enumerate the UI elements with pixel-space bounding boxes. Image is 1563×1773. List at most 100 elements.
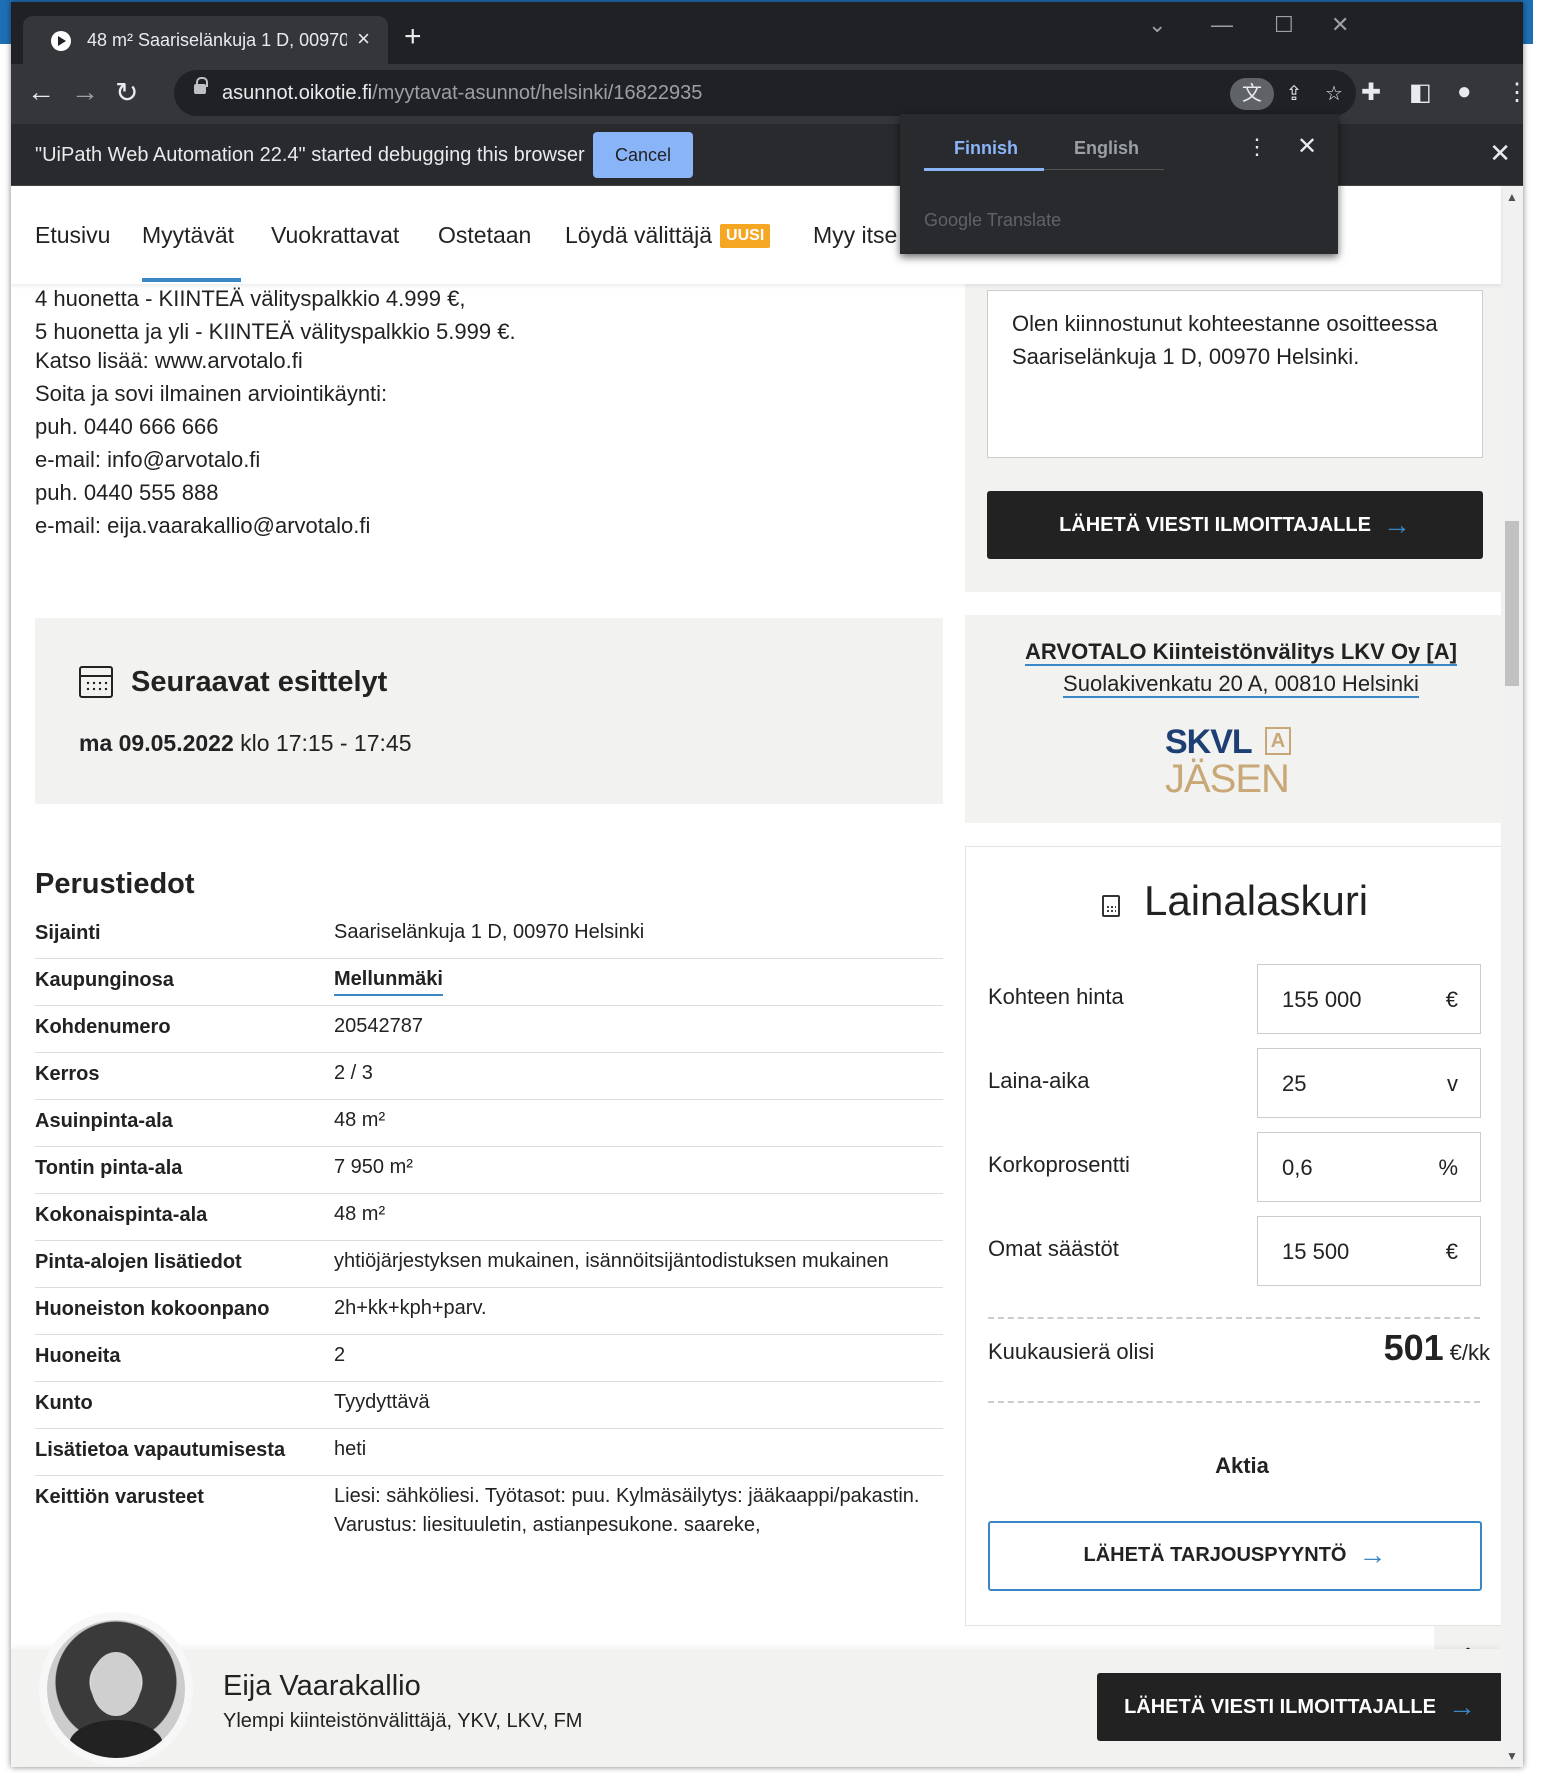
description-line: e-mail: eija.vaarakallio@arvotalo.fi <box>35 513 371 538</box>
agent-title: Ylempi kiinteistönvälittäjä, YKV, LKV, F… <box>223 1710 583 1732</box>
translate-more-icon[interactable]: ⋮ <box>1246 134 1268 160</box>
scroll-down-icon[interactable]: ▼ <box>1506 1749 1518 1763</box>
nav-myy-itse[interactable]: Myy itse <box>813 222 897 249</box>
row-value: 2 / 3 <box>334 1062 373 1084</box>
nav-myytavat[interactable]: Myytävät <box>142 222 234 249</box>
window-close-icon[interactable]: ✕ <box>1331 12 1349 38</box>
savings-label: Omat säästöt <box>988 1236 1119 1261</box>
table-row: Kaupunginosa Mellunmäki <box>35 959 943 1006</box>
term-input[interactable]: 25 v <box>1257 1048 1481 1118</box>
menu-icon[interactable]: ⋮ <box>1505 78 1523 107</box>
interest-input[interactable]: 0,6% <box>1257 1132 1481 1202</box>
lock-icon[interactable] <box>194 77 208 94</box>
new-tab-icon[interactable]: + <box>404 20 422 54</box>
agency-address: Suolakivenkatu 20 A, 00810 Helsinki <box>965 671 1517 698</box>
agency-address-text: Suolakivenkatu 20 A, 00810 Helsinki <box>1063 671 1419 698</box>
table-row: Kokonaispinta-ala 48 m² <box>35 1194 943 1241</box>
row-value: 2h+kk+kph+parv. <box>334 1297 487 1319</box>
row-key: Huoneiston kokoonpano <box>35 1298 270 1320</box>
browser-tab[interactable]: 48 m² Saariselänkuja 1 D, 00970 H × <box>23 16 388 64</box>
agency-box: ARVOTALO Kiinteistönvälitys LKV Oy [A] S… <box>965 615 1517 823</box>
arrow-right-icon: → <box>1447 1691 1476 1722</box>
desktop-right-edge <box>1533 0 1563 1773</box>
table-row: Pinta-alojen lisätiedot yhtiöjärjestyksen… <box>35 1241 943 1288</box>
address-bar[interactable]: asunnot.oikotie.fi/myytavat-asunnot/hels… <box>174 70 1356 116</box>
showing-time: klo 17:15 - 17:45 <box>233 730 412 756</box>
calendar-icon <box>79 666 113 698</box>
translate-close-icon[interactable]: ✕ <box>1297 132 1317 161</box>
infobar-close-icon[interactable]: ✕ <box>1489 138 1511 169</box>
monthly-label: Kuukausierä olisi <box>988 1339 1155 1364</box>
nav-etusivu[interactable]: Etusivu <box>35 222 110 249</box>
agent-send-message-label: LÄHETÄ VIESTI ILMOITTAJALLE <box>1124 1696 1436 1718</box>
message-textarea[interactable]: Olen kiinnostunut kohteestanne osoittees… <box>987 290 1483 458</box>
loan-calculator-title: Lainalaskuri <box>1144 877 1369 924</box>
skvl-logo-jasen: JÄSEN <box>1165 757 1290 801</box>
back-icon[interactable]: ← <box>27 76 55 108</box>
agency-name-link[interactable]: ARVOTALO Kiinteistönvälitys LKV Oy [A] <box>1025 639 1457 666</box>
translate-lang-english[interactable]: English <box>1074 138 1139 159</box>
showings-box: Seuraavat esittelyt ma 09.05.2022 klo 17… <box>35 618 943 804</box>
table-row: Huoneiston kokoonpano 2h+kk+kph+parv. <box>35 1288 943 1335</box>
row-key: Kohdenumero <box>35 1016 171 1038</box>
tab-bar: 48 m² Saariselänkuja 1 D, 00970 H × + ⌄ … <box>11 2 1523 64</box>
agent-send-message-button[interactable]: LÄHETÄ VIESTI ILMOITTAJALLE → <box>1097 1673 1503 1741</box>
agency-name[interactable]: ARVOTALO Kiinteistönvälitys LKV Oy [A] <box>965 639 1517 666</box>
share-icon[interactable]: ⇪ <box>1272 78 1316 110</box>
row-key: Pinta-alojen lisätiedot <box>35 1251 242 1273</box>
price-input[interactable]: 155 000 € <box>1257 964 1481 1034</box>
forward-icon[interactable]: → <box>71 76 99 108</box>
send-message-button[interactable]: LÄHETÄ VIESTI ILMOITTAJALLE → <box>987 491 1483 559</box>
extensions-icon[interactable]: ✚ <box>1361 78 1381 107</box>
translate-selected-underline <box>924 168 1044 171</box>
description-line: Katso lisää: www.arvotalo.fi <box>35 348 303 373</box>
skvl-logo: SKVL A JÄSEN <box>1165 723 1305 803</box>
row-key: Huoneita <box>35 1345 121 1367</box>
table-row: Asuinpinta-ala 48 m² <box>35 1100 943 1147</box>
url-text[interactable]: asunnot.oikotie.fi/myytavat-asunnot/hels… <box>222 82 702 105</box>
profile-icon[interactable]: ● <box>1457 78 1472 106</box>
browser-window: 48 m² Saariselänkuja 1 D, 00970 H × + ⌄ … <box>11 2 1523 1767</box>
translate-icon[interactable]: 文 <box>1230 78 1274 110</box>
interest-value: 0,6 <box>1282 1155 1313 1180</box>
row-key: Kunto <box>35 1392 93 1414</box>
nav-ostetaan[interactable]: Ostetaan <box>438 222 531 249</box>
nav-loyda-valittaja[interactable]: Löydä välittäjä UUSI <box>565 222 771 249</box>
tab-search-icon[interactable]: ⌄ <box>1148 12 1166 38</box>
row-value: heti <box>334 1438 367 1460</box>
url-host: asunnot.oikotie.fi <box>222 82 373 104</box>
description-line: Soita ja sovi ilmainen arviointikäynti: <box>35 381 388 406</box>
contact-form: Olen kiinnostunut kohteestanne osoittees… <box>965 254 1517 592</box>
nav-loyda-valittaja-label: Löydä välittäjä <box>565 222 713 248</box>
nav-vuokrattavat[interactable]: Vuokrattavat <box>271 222 399 249</box>
scroll-up-icon[interactable]: ▲ <box>1506 190 1518 204</box>
translate-lang-finnish[interactable]: Finnish <box>954 138 1018 159</box>
showing-date-day: ma 09.05.2022 <box>79 730 234 756</box>
row-key: Lisätietoa vapautumisesta <box>35 1439 286 1461</box>
savings-input[interactable]: 15 500 € <box>1257 1216 1481 1286</box>
district-link[interactable]: Mellunmäki <box>334 965 443 996</box>
term-value: 25 <box>1282 1071 1307 1096</box>
page-scrollbar[interactable]: ▲ ▼ <box>1501 186 1523 1767</box>
row-value: 20542787 <box>334 1015 423 1037</box>
sidepanel-icon[interactable]: ◧ <box>1409 78 1432 107</box>
star-icon[interactable]: ☆ <box>1312 78 1356 110</box>
price-label: Kohteen hinta <box>988 984 1124 1009</box>
tab-close-icon[interactable]: × <box>357 26 370 52</box>
row-key: Kerros <box>35 1063 100 1085</box>
favicon-icon <box>51 31 71 51</box>
scrollbar-thumb[interactable] <box>1505 521 1519 686</box>
maximize-icon[interactable]: ☐ <box>1274 12 1294 38</box>
table-row: Huoneita 2 <box>35 1335 943 1382</box>
row-key: Kokonaispinta-ala <box>35 1204 208 1226</box>
translate-divider <box>1044 169 1164 170</box>
request-offer-button[interactable]: LÄHETÄ TARJOUSPYYNTÖ → <box>988 1521 1482 1591</box>
interest-label: Korkoprosentti <box>988 1152 1130 1177</box>
url-path: /myytavat-asunnot/helsinki/16822935 <box>372 82 703 104</box>
minimize-icon[interactable]: — <box>1211 12 1233 38</box>
skvl-logo-a: A <box>1265 727 1291 755</box>
table-row: Sijainti Saariselänkuja 1 D, 00970 Helsin… <box>35 906 943 959</box>
infobar-cancel-button[interactable]: Cancel <box>593 132 693 178</box>
showing-date: ma 09.05.2022 klo 17:15 - 17:45 <box>79 730 411 757</box>
reload-icon[interactable]: ↻ <box>115 76 138 109</box>
